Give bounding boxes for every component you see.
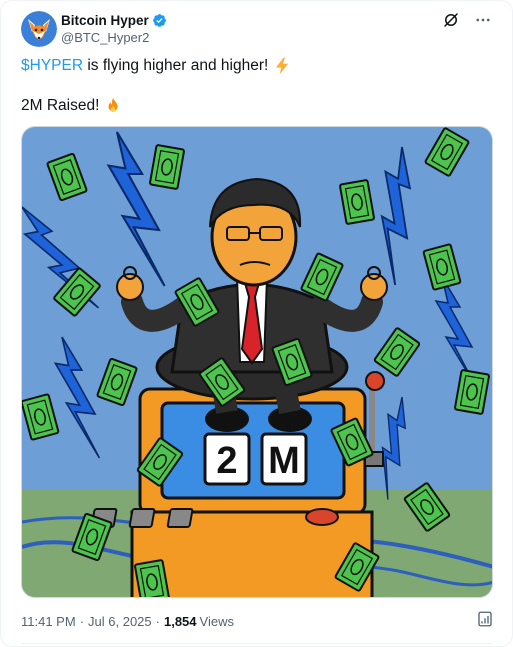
meta-separator: · <box>79 613 85 629</box>
author-names: Bitcoin Hyper @BTC_Hyper2 <box>61 11 167 45</box>
tweet-meta: 11:41 PM · Jul 6, 2025 · 1,854 Views <box>21 612 234 630</box>
meta-separator: · <box>155 613 160 629</box>
analytics-icon[interactable] <box>476 610 494 628</box>
tweet-line-2: 2M Raised! <box>21 96 291 116</box>
grok-icon[interactable] <box>442 11 460 29</box>
author-handle[interactable]: @BTC_Hyper2 <box>61 30 167 45</box>
views-label: Views <box>199 613 234 629</box>
fire-emoji-icon <box>108 97 118 112</box>
divider <box>21 643 492 644</box>
avatar[interactable] <box>21 11 57 47</box>
lightning-emoji-icon <box>276 57 289 75</box>
fox-avatar-icon <box>21 11 57 47</box>
slot-reel-right: M <box>268 440 300 482</box>
more-icon[interactable] <box>474 11 492 29</box>
display-name-row: Bitcoin Hyper <box>61 11 167 29</box>
tweet-card: Bitcoin Hyper @BTC_Hyper2 $HYPER is flyi… <box>0 0 513 647</box>
tweet-line-1-text: is flying higher and higher! <box>83 57 269 74</box>
cartoon-illustration: 2 M <box>22 127 492 597</box>
cashtag-link[interactable]: $HYPER <box>21 56 83 76</box>
slot-reel-left: 2 <box>216 440 237 482</box>
header-actions <box>442 11 492 29</box>
tweet-header: Bitcoin Hyper @BTC_Hyper2 <box>21 9 496 49</box>
tweet-line-1: $HYPER is flying higher and higher! <box>21 56 291 76</box>
tweet-time-link[interactable]: 11:41 PM · Jul 6, 2025 <box>21 614 152 629</box>
verified-badge-icon[interactable] <box>152 13 167 28</box>
tweet-text: $HYPER is flying higher and higher! 2M R… <box>21 56 291 116</box>
tweet-line-2-text: 2M Raised! <box>21 97 100 114</box>
display-name[interactable]: Bitcoin Hyper <box>61 13 149 28</box>
tweet-time: 11:41 PM <box>21 613 76 629</box>
tweet-media-image[interactable]: 2 M <box>21 126 493 598</box>
tweet-date: Jul 6, 2025 <box>88 613 152 629</box>
views-count: 1,854 <box>163 613 197 629</box>
